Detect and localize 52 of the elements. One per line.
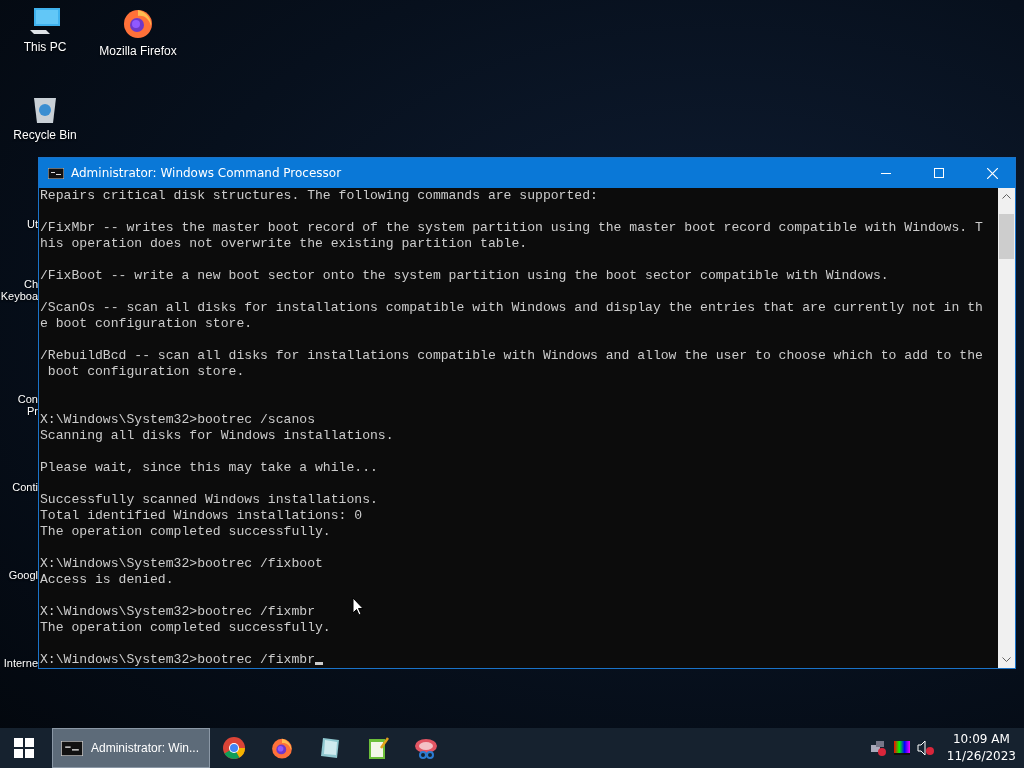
console-line: Scanning all disks for Windows installations.: [40, 428, 394, 444]
icon-label[interactable]: This PC: [23, 40, 67, 54]
icon-label[interactable]: Ch: [23, 278, 38, 290]
network-offline-icon[interactable]: [869, 740, 886, 756]
clock-date[interactable]: 11/26/2023: [946, 748, 1016, 765]
icon-label[interactable]: Googl: [8, 569, 38, 581]
windows-logo-icon[interactable]: [14, 738, 34, 758]
close-icon[interactable]: [986, 167, 998, 179]
speaker-muted-icon[interactable]: [916, 740, 935, 756]
computer-icon: [28, 6, 62, 36]
firefox-icon[interactable]: [270, 736, 294, 760]
color-display-icon[interactable]: [892, 740, 911, 756]
icon-label[interactable]: Recycle Bin: [13, 128, 77, 142]
console-line: Access is denied.: [40, 572, 174, 588]
console-line: Total identified Windows installations: 0: [40, 508, 363, 524]
console-line: X:\Windows\System32>bootrec /fixboot: [40, 556, 323, 572]
console-line: X:\Windows\System32>bootrec /scanos: [40, 412, 315, 428]
console-line: X:\Windows\System32>bootrec /fixmbr: [40, 604, 315, 620]
minimize-icon[interactable]: [881, 172, 891, 174]
console-line: /FixBoot -- write a new boot sector onto the system partition using the boot sector compatible with Windows.: [40, 268, 889, 284]
console-line: The operation completed successfully.: [40, 524, 331, 540]
notepad-icon[interactable]: [319, 736, 341, 760]
terminal-icon: [61, 740, 83, 756]
window-title: Administrator: Windows Command Processor: [71, 166, 343, 180]
maximize-icon[interactable]: [934, 168, 944, 178]
console-line: Repairs critical disk structures. The following commands are supported:: [40, 188, 598, 204]
console-line: boot configuration store.: [46, 364, 245, 380]
console-line: e boot configuration store.: [40, 316, 253, 332]
icon-label[interactable]: Conti: [12, 481, 38, 493]
scrollbar[interactable]: [998, 188, 1015, 668]
console-line: /FixMbr -- writes the master boot record of the system partition using the master boot record compatible with Windows. T: [40, 220, 983, 236]
icon-label[interactable]: Ut: [27, 218, 38, 230]
icon-label[interactable]: Interne: [3, 657, 38, 669]
console-line: The operation completed successfully.: [40, 620, 331, 636]
text-cursor: [315, 662, 323, 665]
icon-label[interactable]: Mozilla Firefox: [99, 44, 177, 58]
scroll-thumb[interactable]: [999, 214, 1014, 259]
icon-label[interactable]: Pr: [27, 405, 38, 417]
icon-label[interactable]: Keyboa: [0, 290, 38, 302]
notepad-pen-icon[interactable]: [367, 736, 389, 760]
console-line: X:\Windows\System32>bootrec /fixmbr: [40, 652, 323, 668]
icon-label[interactable]: Con: [17, 393, 38, 405]
terminal-icon: [48, 167, 64, 179]
console-line: /ScanOs -- scan all disks for installations compatible with Windows and display the entries that are currently not in th: [40, 300, 983, 316]
clock-time[interactable]: 10:09 AM: [952, 731, 1010, 748]
chrome-icon[interactable]: [222, 736, 246, 760]
console-line: his operation does not overwrite the existing partition table.: [40, 236, 528, 252]
console-line: Successfully scanned Windows installations.: [40, 492, 378, 508]
console-line: Please wait, since this may take a while...: [40, 460, 378, 476]
taskbar-task[interactable]: Administrator: Win...: [52, 728, 210, 768]
mouse-pointer-icon: [352, 597, 364, 616]
console-line: /RebuildBcd -- scan all disks for installations compatible with Windows and allow the user to choose which to add to the: [40, 348, 983, 364]
